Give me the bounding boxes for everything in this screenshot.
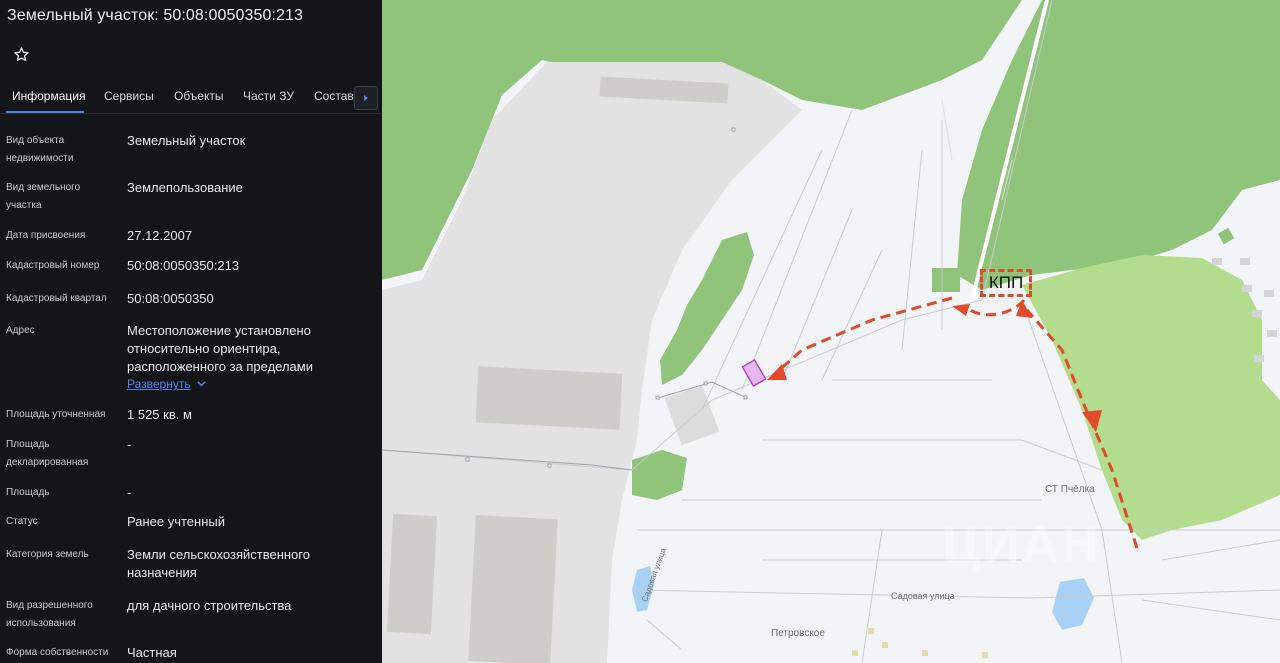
building: [386, 513, 438, 635]
info-row-value: Частная: [127, 645, 177, 660]
info-row-label: Площадь уточненная: [6, 409, 106, 420]
info-row-label: Статус: [6, 516, 38, 527]
info-row-value: Земельный участок: [127, 133, 246, 148]
star-icon: [13, 46, 29, 61]
chevron-down-icon: [197, 381, 206, 387]
tab-services[interactable]: Сервисы: [104, 89, 154, 103]
tab-bar: Информация Сервисы Объекты Части ЗУ Сост…: [0, 82, 382, 114]
info-row-label: Дата присвоения: [6, 230, 86, 241]
info-row-label: Вид объекта недвижимости: [6, 135, 74, 164]
info-row-label: Кадастровый номер: [6, 260, 100, 271]
info-row-value: Землепользование: [127, 180, 243, 195]
info-row-value: -: [127, 485, 132, 500]
map-label-sadovaya-street: Садовая улица: [891, 591, 955, 601]
tab-information[interactable]: Информация: [12, 89, 85, 103]
expand-address-link[interactable]: Развернуть: [127, 377, 206, 391]
info-row-label: Вид земельного участка: [6, 182, 81, 211]
info-row-label: Форма собственности: [6, 647, 109, 658]
info-row-label: Категория земель: [6, 549, 89, 560]
expand-link-label: Развернуть: [127, 377, 191, 391]
info-row-value: -: [127, 437, 132, 452]
tabs-scroll-right-button[interactable]: [354, 86, 378, 110]
info-row-label: Площадь: [6, 487, 50, 498]
info-row-value: Местоположение установлено относительно …: [127, 323, 313, 374]
green-patch: [932, 268, 960, 292]
favorite-button[interactable]: [10, 43, 32, 65]
kpp-checkpoint-label: КПП: [980, 269, 1032, 297]
tab-composition[interactable]: Состав: [314, 89, 354, 103]
panel-title: Земельный участок: 50:08:0050350:213: [7, 7, 304, 24]
info-row-label: Площадь декларированная: [6, 439, 89, 468]
info-panel: Земельный участок: 50:08:0050350:213 Инф…: [0, 0, 382, 663]
info-row-value: 1 525 кв. м: [127, 407, 192, 422]
map-canvas[interactable]: [382, 0, 1280, 663]
info-row-value: Ранее учтенный: [127, 514, 225, 529]
info-row-value: 50:08:0050350: [127, 291, 214, 306]
map-view[interactable]: КПП СТ Пчёлка Садовая улица Садовая улиц…: [382, 0, 1280, 663]
building: [468, 514, 558, 663]
tab-land-parts[interactable]: Части ЗУ: [243, 89, 294, 103]
cian-watermark: ЦИАН: [942, 516, 1101, 574]
building: [475, 366, 623, 430]
info-row-value: Земли сельскохозяйственного назначения: [127, 547, 310, 580]
map-label-petrovskoe: Петровское: [771, 628, 825, 639]
tab-objects[interactable]: Объекты: [174, 89, 224, 103]
info-row-label: Кадастровый квартал: [6, 293, 107, 304]
info-row-label: Вид разрешенного использования: [6, 600, 93, 629]
chevron-right-icon: [364, 95, 368, 101]
info-row-label: Адрес: [6, 325, 35, 336]
active-tab-indicator: [6, 111, 84, 113]
map-label-st-pchelka: СТ Пчёлка: [1045, 484, 1095, 495]
info-row-value: 50:08:0050350:213: [127, 258, 240, 273]
info-row-value: 27.12.2007: [127, 228, 193, 243]
info-row-value: для дачного строительства: [127, 598, 292, 613]
